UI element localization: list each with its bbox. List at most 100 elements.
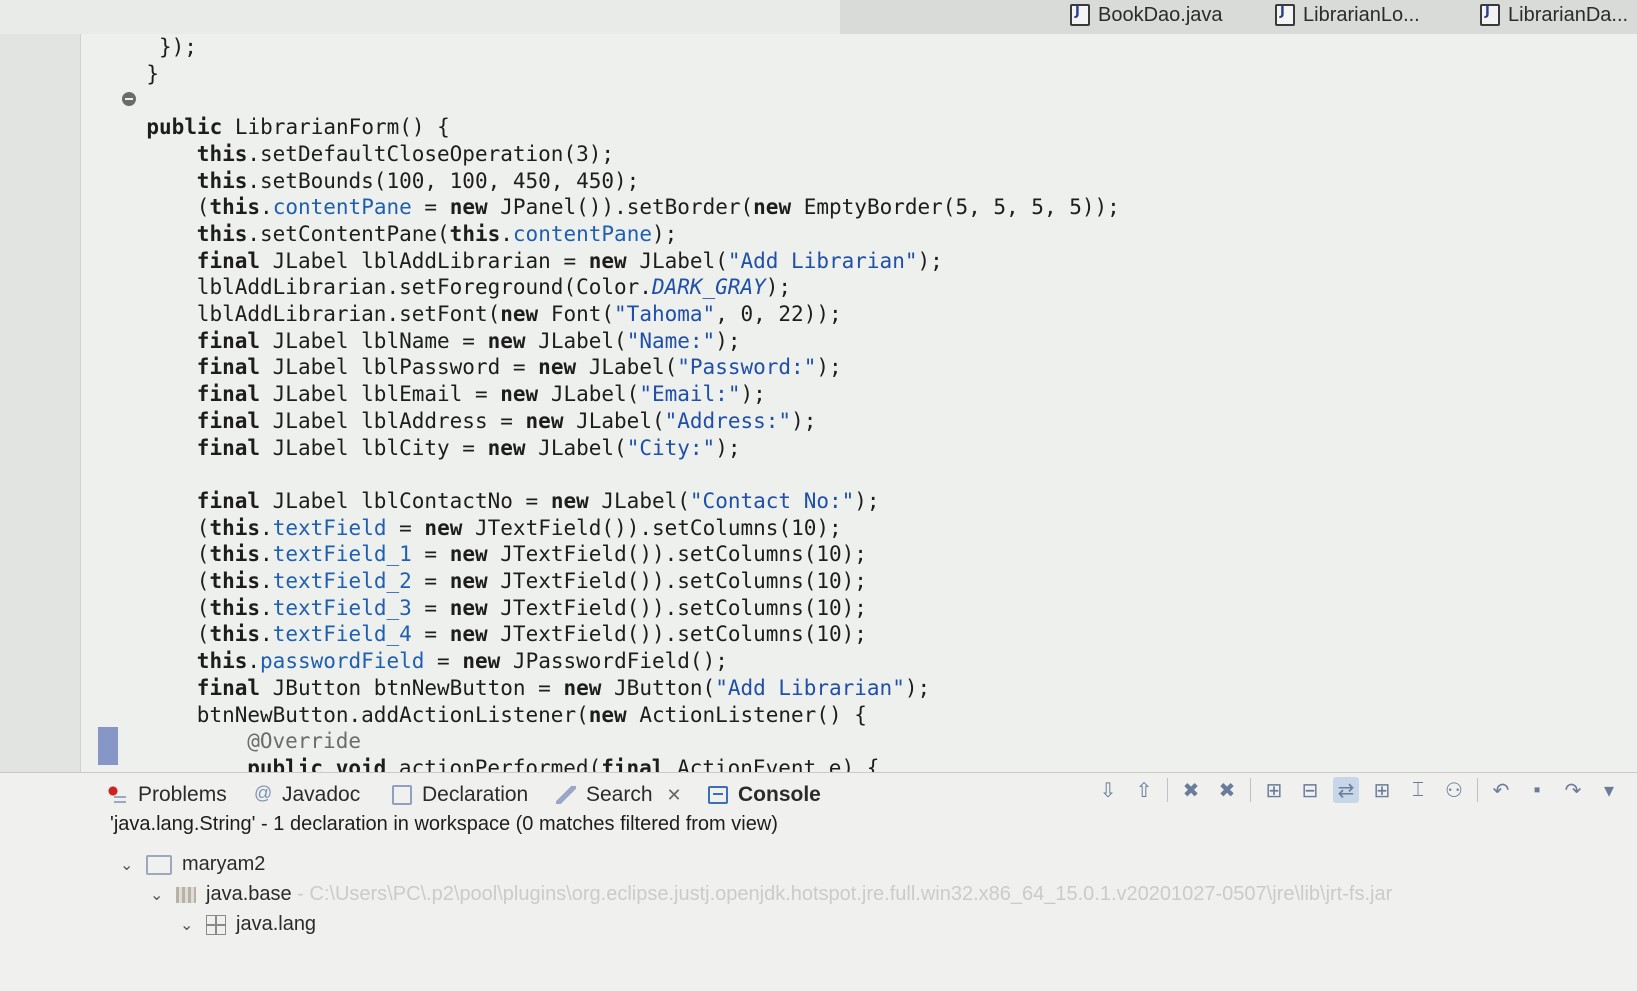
tree-item-module[interactable]: ⌄ java.base - C:\Users\PC\.p2\pool\plugi… [150, 883, 1392, 906]
code-line[interactable]: this.passwordField = new JPasswordField(… [197, 648, 728, 675]
code-token: new [449, 195, 488, 220]
code-token: ); [854, 488, 880, 513]
tab-search[interactable]: Search ✕ [556, 783, 682, 807]
code-token: final [196, 435, 261, 460]
java-file-icon [1070, 4, 1090, 26]
code-line[interactable]: (this.textField = new JTextField()).setC… [197, 515, 842, 542]
code-token: new [449, 622, 488, 647]
code-line[interactable]: }); [159, 34, 197, 61]
code-token: JButton btnNewButton = [260, 675, 564, 700]
remove-match-icon[interactable]: ✖ [1178, 777, 1204, 803]
tab-problems[interactable]: Problems [108, 783, 227, 807]
next-match-icon[interactable]: ⇩ [1095, 777, 1121, 803]
code-token: this [209, 569, 261, 593]
history-back-icon[interactable]: ↶ [1488, 777, 1514, 803]
code-token: new [487, 328, 526, 353]
code-line[interactable]: btnNewButton.addActionListener(new Actio… [197, 702, 867, 729]
code-line[interactable]: (this.textField_3 = new JTextField()).se… [197, 595, 867, 622]
tab-declaration[interactable]: Declaration [392, 783, 528, 807]
collapse-all-icon[interactable]: ⊟ [1297, 777, 1323, 803]
search-result-summary: 'java.lang.String' - 1 declaration in wo… [110, 813, 778, 835]
code-token: new [588, 702, 627, 727]
tab-javadoc[interactable]: Javadoc [252, 783, 360, 807]
code-line[interactable]: public LibrarianForm() { [146, 114, 449, 141]
code-token: ); [904, 675, 931, 700]
tab-label: Declaration [422, 783, 529, 806]
toolbar-separator [1250, 778, 1251, 802]
code-line[interactable]: final JLabel lblCity = new JLabel("City:… [197, 435, 741, 462]
code-token: new [563, 675, 602, 700]
show-tree-icon[interactable]: ⚇ [1441, 777, 1467, 803]
code-token: "Tahoma" [614, 302, 716, 326]
code-editor[interactable]: });} public LibrarianForm() {this.setDefa… [0, 34, 1637, 795]
code-token: this [449, 221, 501, 246]
show-list-icon[interactable]: ⌶ [1405, 777, 1431, 803]
code-token: final [196, 355, 261, 380]
project-icon [146, 854, 172, 875]
code-token: final [196, 328, 261, 353]
code-token: ( [196, 195, 210, 220]
editor-tab-label: LibrarianLo... [1303, 3, 1420, 26]
chevron-down-icon[interactable]: ⌄ [150, 885, 166, 905]
code-line[interactable]: (this.contentPane = new JPanel()).setBor… [197, 194, 1120, 221]
code-token: ); [791, 408, 817, 433]
code-token: LibrarianForm() { [222, 115, 450, 140]
tab-console[interactable]: Console [708, 783, 821, 807]
bottom-panel: Problems Javadoc Declaration Search ✕ Co… [0, 772, 1637, 991]
code-token: final [196, 675, 261, 700]
run-search-icon[interactable]: ⇄ [1333, 777, 1359, 803]
chevron-down-icon[interactable]: ⌄ [120, 855, 136, 875]
code-token: .setDefaultCloseOperation(3); [247, 141, 615, 166]
editor-tab-librariandao[interactable]: LibrarianDa... [1480, 0, 1628, 30]
code-token: JLabel( [525, 435, 627, 460]
code-token: new [550, 488, 589, 513]
code-token: JLabel( [525, 328, 627, 353]
code-token: . [260, 622, 273, 647]
code-token: ); [715, 435, 741, 460]
code-line[interactable]: this.setBounds(100, 100, 450, 450); [197, 168, 640, 195]
code-line[interactable]: lblAddLibrarian.setForeground(Color.DARK… [197, 274, 791, 301]
remove-all-icon[interactable]: ✖ [1214, 777, 1240, 803]
code-token: new [588, 248, 627, 273]
code-line[interactable]: (this.textField_1 = new JTextField()).se… [197, 541, 867, 568]
code-line[interactable]: } [146, 61, 159, 88]
code-token: . [500, 221, 513, 246]
code-token: .setBounds(100, 100, 450, 450); [247, 168, 640, 193]
expand-all-icon[interactable]: ⊞ [1261, 777, 1287, 803]
code-line[interactable]: final JButton btnNewButton = new JButton… [197, 675, 930, 702]
code-line[interactable]: this.setDefaultCloseOperation(3); [197, 141, 614, 168]
code-token: public [146, 115, 223, 140]
code-token: ); [917, 248, 943, 273]
code-token: "Email:" [639, 382, 741, 407]
code-token: JLabel lblEmail = [260, 382, 501, 407]
collapse-icon[interactable] [122, 92, 136, 106]
code-token: JLabel( [538, 382, 640, 407]
code-line[interactable]: @Override [247, 728, 361, 755]
code-line[interactable]: final JLabel lblPassword = new JLabel("P… [197, 354, 842, 381]
code-line[interactable]: final JLabel lblEmail = new JLabel("Emai… [197, 381, 766, 408]
editor-tab-bookdao[interactable]: BookDao.java [1070, 0, 1223, 30]
code-token: ActionListener() { [626, 702, 867, 727]
code-line[interactable]: final JLabel lblAddress = new JLabel("Ad… [197, 408, 817, 435]
code-line[interactable]: (this.textField_2 = new JTextField()).se… [197, 568, 867, 595]
code-token: "Name:" [626, 328, 716, 353]
editor-tab-librarianlogin[interactable]: LibrarianLo... [1275, 0, 1420, 30]
prev-match-icon[interactable]: ⇧ [1131, 777, 1157, 803]
code-line[interactable]: lblAddLibrarian.setFont(new Font("Tahoma… [197, 301, 842, 328]
view-menu-icon[interactable]: ▾ [1596, 777, 1622, 803]
tree-item-project[interactable]: ⌄ maryam2 [120, 853, 265, 876]
code-line[interactable]: final JLabel lblAddLibrarian = new JLabe… [197, 248, 943, 275]
code-line[interactable]: this.setContentPane(this.contentPane); [197, 221, 677, 248]
cancel-search-icon[interactable]: ⊞ [1369, 777, 1395, 803]
history-forward-icon[interactable]: ↷ [1560, 777, 1586, 803]
code-token: . [260, 595, 273, 620]
code-token: JPasswordField(); [500, 649, 728, 674]
code-line[interactable]: final JLabel lblName = new JLabel("Name:… [197, 328, 741, 355]
chevron-down-icon[interactable]: ⌄ [180, 915, 196, 935]
code-line[interactable]: (this.textField_4 = new JTextField()).se… [197, 621, 867, 648]
code-token: . [260, 195, 273, 220]
pin-icon[interactable]: ▪ [1524, 777, 1550, 803]
tree-item-package[interactable]: ⌄ java.lang [180, 913, 316, 936]
code-line[interactable]: final JLabel lblContactNo = new JLabel("… [197, 488, 880, 515]
close-icon[interactable]: ✕ [667, 785, 682, 806]
